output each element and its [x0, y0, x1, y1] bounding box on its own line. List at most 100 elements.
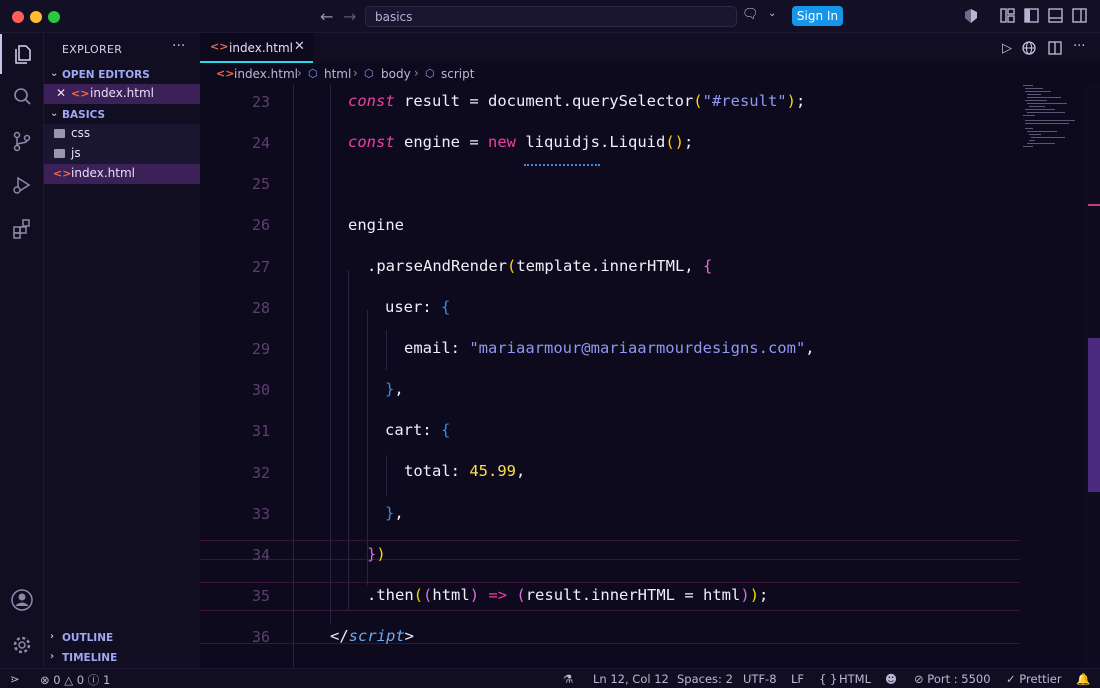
- indentation[interactable]: Spaces: 2: [677, 672, 733, 686]
- code-line-29: email: "mariaarmour@mariaarmourdesigns.c…: [404, 339, 815, 357]
- keyword: const: [348, 133, 395, 151]
- close-icon[interactable]: ✕: [56, 86, 66, 100]
- accounts-shield-icon[interactable]: [963, 8, 979, 24]
- bracket: (: [693, 92, 703, 110]
- open-editor-item[interactable]: ✕ <> index.html: [44, 84, 200, 104]
- encoding[interactable]: UTF-8: [743, 672, 777, 686]
- line-number: 28: [251, 299, 270, 317]
- indent-guide: [367, 310, 368, 585]
- code-editor[interactable]: 23 24 25 26 27 28 29 30 31 32 33 34 35 3…: [200, 85, 1100, 668]
- run-play-icon[interactable]: ▷: [1002, 41, 1012, 56]
- code-line-24: const engine = new liquidjs.Liquid();: [348, 133, 693, 151]
- line-number: 24: [251, 134, 270, 152]
- line-number: 27: [251, 258, 270, 276]
- line-number: 32: [251, 464, 270, 482]
- breadcrumb-html[interactable]: html: [324, 67, 351, 81]
- bracket: }: [367, 545, 377, 563]
- prettier-indicator[interactable]: ✓ Prettier: [1006, 672, 1062, 686]
- port-indicator[interactable]: ⊘ Port : 5500: [914, 672, 991, 686]
- open-preview-globe-icon[interactable]: [1022, 41, 1036, 55]
- toggle-panel-icon[interactable]: [1048, 8, 1063, 23]
- tag-name: script: [348, 627, 405, 645]
- code-text: ,: [394, 380, 404, 398]
- close-tab-icon[interactable]: ✕: [294, 39, 305, 54]
- source-control-icon[interactable]: [0, 121, 44, 161]
- command-center-search[interactable]: basics: [365, 6, 737, 27]
- tab-index-html[interactable]: <> index.html ✕: [200, 33, 313, 63]
- maximize-window-button[interactable]: [48, 11, 60, 23]
- language-mode[interactable]: HTML: [839, 672, 871, 686]
- keyword: new: [488, 133, 516, 151]
- status-bar: ⋗ ⊗ 0 △ 0 ⓘ 1 ⚗ Ln 12, Col 12 Spaces: 2 …: [0, 668, 1100, 688]
- cursor-position[interactable]: Ln 12, Col 12: [593, 672, 669, 686]
- outline-section[interactable]: › OUTLINE: [44, 630, 200, 648]
- outline-label: OUTLINE: [62, 632, 114, 644]
- customize-layout-icon[interactable]: [1000, 8, 1015, 23]
- code-line-36: </script>: [330, 627, 414, 645]
- string: "#result": [702, 92, 787, 110]
- copilot-icon[interactable]: ☻: [885, 672, 897, 686]
- grid-line: [200, 643, 1022, 644]
- chevron-down-icon[interactable]: ⌄: [768, 8, 776, 19]
- remote-icon[interactable]: ⋗: [10, 672, 20, 686]
- split-editor-icon[interactable]: [1048, 41, 1062, 55]
- grid-line: [200, 540, 1022, 541]
- scrollbar-thumb[interactable]: [1088, 338, 1100, 492]
- bracket: (: [516, 586, 526, 604]
- notifications-bell-icon[interactable]: 🔔: [1076, 672, 1090, 686]
- number: 45.99: [469, 462, 516, 480]
- bracket: ): [469, 586, 480, 604]
- folder-name: css: [71, 126, 91, 140]
- minimize-window-button[interactable]: [30, 11, 42, 23]
- back-arrow-icon[interactable]: ←: [320, 7, 333, 26]
- folder-item-css[interactable]: css: [44, 124, 200, 144]
- project-section[interactable]: ⌄ BASICS: [44, 107, 200, 125]
- element-cube-icon: ⬡: [364, 67, 374, 80]
- error-icon: ⊗: [40, 673, 50, 687]
- extensions-icon[interactable]: [0, 209, 44, 249]
- chevron-right-icon: ›: [414, 66, 419, 80]
- code-text: .parseAndRender: [367, 257, 507, 275]
- string: "mariaarmour@mariaarmourdesigns.com": [469, 339, 806, 357]
- breadcrumb-body[interactable]: body: [381, 67, 411, 81]
- bracket: ): [376, 545, 386, 563]
- code-text: liquidjs.Liquid: [516, 133, 666, 151]
- open-editors-section[interactable]: ⌄ OPEN EDITORS: [44, 67, 200, 85]
- indent-guide: [293, 85, 294, 668]
- title-bar: ← → basics 🗨 ⌄ Sign In: [0, 0, 1100, 33]
- warning-icon: △: [64, 673, 74, 687]
- end-of-line[interactable]: LF: [791, 672, 804, 686]
- search-icon[interactable]: [0, 77, 44, 117]
- file-item-index-html[interactable]: <> index.html: [44, 164, 200, 184]
- language-braces-icon: { }: [819, 672, 838, 686]
- timeline-section[interactable]: › TIMELINE: [44, 650, 200, 668]
- breadcrumb-file[interactable]: index.html: [234, 67, 298, 81]
- problems-indicator[interactable]: ⊗ 0 △ 0 ⓘ 1: [40, 672, 110, 688]
- bracket: ): [740, 586, 750, 604]
- close-window-button[interactable]: [12, 11, 24, 23]
- settings-gear-icon[interactable]: [0, 625, 44, 665]
- operator: =>: [479, 586, 517, 604]
- sign-in-button[interactable]: Sign In: [792, 6, 843, 26]
- bracket: {: [702, 257, 713, 275]
- explorer-files-icon[interactable]: [0, 34, 44, 74]
- breadcrumb-script[interactable]: script: [441, 67, 474, 81]
- run-debug-icon[interactable]: [0, 165, 44, 205]
- keyword: const: [348, 92, 395, 110]
- bracket: {: [441, 421, 451, 439]
- forward-arrow-icon[interactable]: →: [343, 7, 356, 26]
- minimap[interactable]: [1020, 85, 1086, 668]
- line-number: 30: [251, 381, 270, 399]
- line-number: 31: [251, 422, 270, 440]
- more-actions-icon[interactable]: ···: [1073, 39, 1085, 54]
- explorer-title: EXPLORER: [62, 43, 123, 56]
- folder-item-js[interactable]: js: [44, 144, 200, 164]
- more-actions-icon[interactable]: ···: [172, 38, 185, 54]
- code-text: ,: [516, 462, 526, 480]
- toggle-secondary-sidebar-icon[interactable]: [1072, 8, 1087, 23]
- copilot-chat-icon[interactable]: 🗨: [742, 7, 759, 22]
- toggle-primary-sidebar-icon[interactable]: [1024, 8, 1039, 23]
- grid-line: [200, 582, 1022, 583]
- live-share-icon[interactable]: ⚗: [563, 672, 573, 686]
- account-icon[interactable]: [0, 580, 44, 620]
